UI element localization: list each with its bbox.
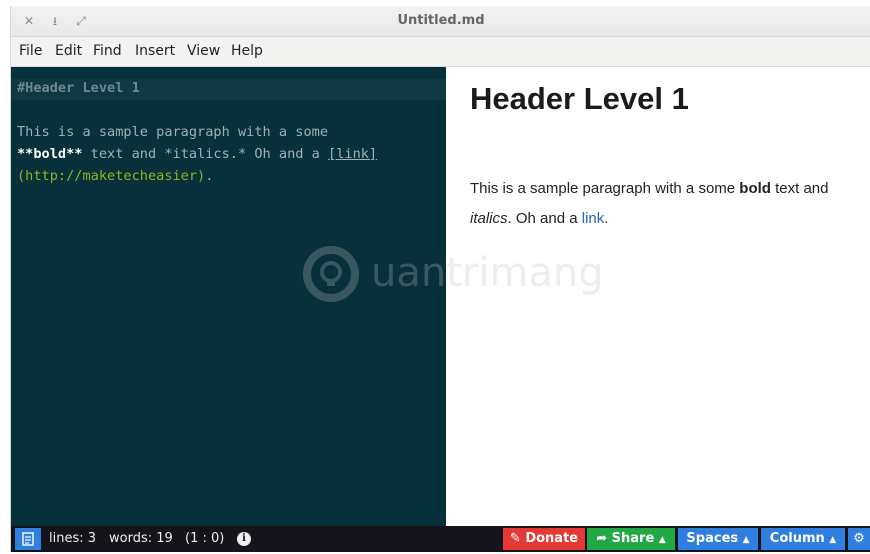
editor-header-line: #Header Level 1	[17, 80, 140, 96]
editor-paragraph-line-1: This is a sample paragraph with a some	[17, 124, 328, 140]
share-button[interactable]: ➦ Share ▲	[587, 528, 675, 550]
preview-text: .	[604, 210, 609, 227]
editor-paragraph-line-2: **bold** text and *italics.* Oh and a [l…	[17, 146, 377, 162]
menu-help[interactable]: Help	[231, 43, 263, 59]
chevron-up-icon: ▲	[742, 535, 750, 545]
menu-view[interactable]: View	[187, 43, 220, 59]
window-title: Untitled.md	[397, 13, 485, 28]
line-count: lines: 3	[49, 531, 97, 546]
donate-button[interactable]: ✎ Donate	[503, 528, 585, 550]
editor-bold-text: **bold**	[17, 146, 83, 162]
info-icon[interactable]: i	[237, 532, 251, 546]
editor-link-text: [link]	[328, 146, 378, 162]
chevron-up-icon: ▲	[829, 535, 837, 545]
spaces-button[interactable]: Spaces ▲	[678, 528, 758, 550]
editor-period: .	[205, 168, 214, 184]
preview-paragraph-line-2: italics. Oh and a link.	[470, 210, 608, 227]
preview-paragraph-line-1: This is a sample paragraph with a some b…	[470, 180, 829, 197]
spaces-label: Spaces	[686, 531, 739, 546]
preview-heading: Header Level 1	[470, 81, 689, 116]
share-arrow-icon: ➦	[596, 531, 608, 546]
feather-icon: ✎	[509, 531, 521, 546]
preview-bold-text: bold	[739, 180, 771, 197]
menu-insert[interactable]: Insert	[135, 43, 175, 59]
menu-bar: File Edit Find Insert View Help	[11, 37, 870, 67]
share-label: Share	[611, 531, 655, 546]
menu-find[interactable]: Find	[93, 43, 122, 59]
preview-text: text and	[770, 180, 829, 197]
editor-plain-text: text and *italics.* Oh and a	[82, 146, 329, 162]
app-window: ✕ ⭳ ⤢ Untitled.md File Edit Find Insert …	[10, 6, 870, 552]
word-count: words: 19	[109, 531, 173, 546]
menu-edit[interactable]: Edit	[55, 43, 82, 59]
cursor-position: (1 : 0)	[185, 531, 225, 546]
preview-text: . Oh and a	[507, 210, 582, 227]
markdown-preview: Header Level 1 This is a sample paragrap…	[446, 67, 870, 526]
toggle-preview-button[interactable]	[15, 528, 41, 550]
title-bar: ✕ ⭳ ⤢ Untitled.md	[11, 6, 870, 37]
gear-icon: ⚙	[853, 531, 865, 546]
markdown-editor[interactable]: #Header Level 1 This is a sample paragra…	[11, 67, 446, 526]
chevron-up-icon: ▲	[658, 535, 666, 545]
preview-italic-text: italics	[470, 210, 508, 227]
editor-url-text: (http://maketecheasier)	[17, 168, 206, 184]
preview-text: This is a sample paragraph with a some	[470, 180, 740, 197]
preview-link[interactable]: link	[582, 210, 605, 227]
menu-file[interactable]: File	[19, 43, 42, 59]
column-label: Column	[769, 531, 825, 546]
status-bar: lines: 3 words: 19 (1 : 0) i ✎ Donate ➦ …	[11, 526, 870, 552]
donate-label: Donate	[525, 531, 579, 546]
document-icon	[22, 532, 34, 546]
column-button[interactable]: Column ▲	[761, 528, 845, 550]
editor-paragraph-line-3: (http://maketecheasier).	[17, 168, 213, 184]
settings-button[interactable]: ⚙	[848, 528, 870, 550]
